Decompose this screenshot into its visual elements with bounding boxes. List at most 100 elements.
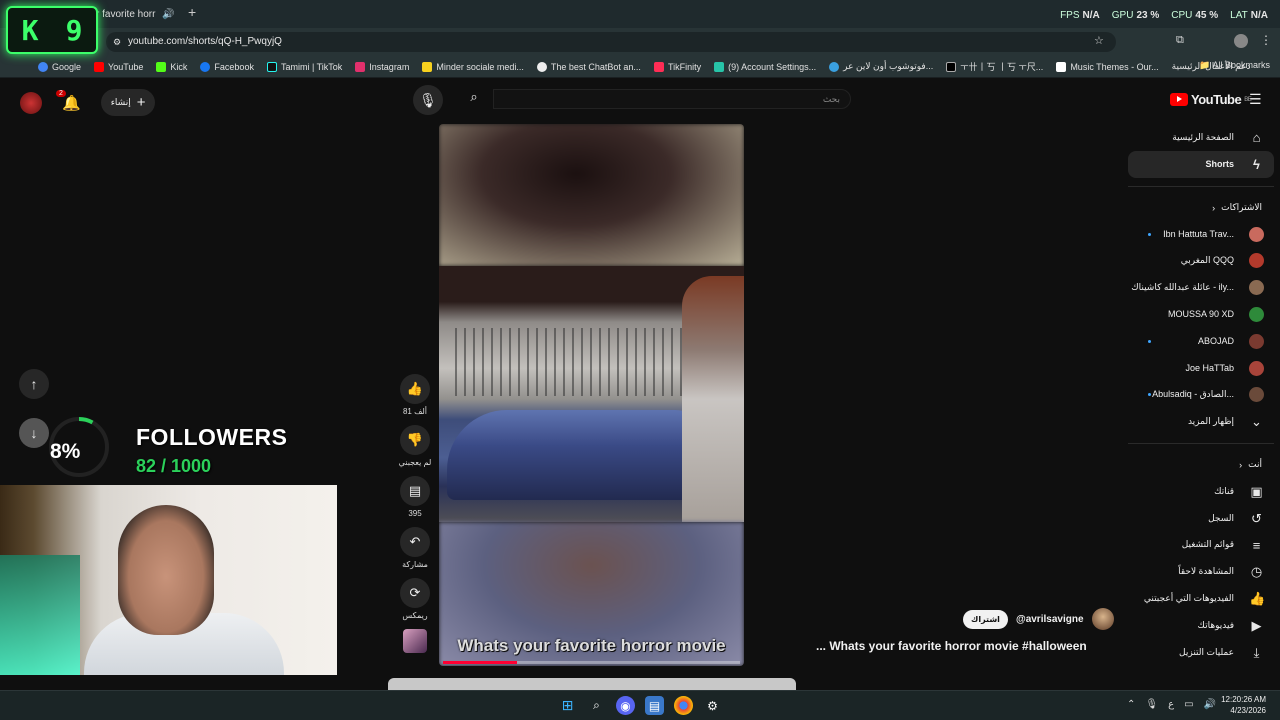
- channel-avatar[interactable]: [1091, 608, 1114, 630]
- clock-time: 12:20:26 AM: [1221, 695, 1266, 704]
- subscription-name: MOUSSA 90 XD: [1167, 309, 1234, 320]
- taskbar-search-icon[interactable]: ⌕: [587, 696, 606, 715]
- history-icon: ↺: [1251, 510, 1262, 526]
- bookmark-kick[interactable]: Kick: [156, 61, 187, 72]
- you-header[interactable]: › أنت: [1128, 452, 1274, 478]
- sidebar-item-shorts[interactable]: Shorts ϟ: [1128, 150, 1274, 178]
- language-indicator[interactable]: ع: [1168, 699, 1174, 710]
- new-tab-button[interactable]: +: [188, 4, 196, 20]
- sidebar-subscription-item[interactable]: عائلة عبدالله كاشيناك - ily...: [1128, 274, 1274, 301]
- new-content-dot: [1148, 232, 1151, 236]
- bookmark-x[interactable]: ㅜ卄丨丂 丨丂 ㅜ尺...: [946, 60, 1043, 73]
- sidebar-subscription-item[interactable]: ABOJAD: [1128, 328, 1274, 355]
- sidebar-subscription-item[interactable]: المغربي QQQ: [1128, 247, 1274, 274]
- sidebar-item-your-channel[interactable]: قناتك ▣: [1128, 478, 1274, 505]
- tab-close-icon[interactable]: ✕: [181, 9, 182, 20]
- sound-thumbnail[interactable]: [403, 629, 427, 653]
- sidebar-item-watch-later[interactable]: المشاهدة لاحقاً ◷: [1128, 558, 1274, 585]
- sidebar-show-more[interactable]: إظهار المزيد ⌄: [1128, 408, 1274, 435]
- site-info-icon[interactable]: ⚙: [113, 32, 121, 52]
- dislike-button[interactable]: 👎: [400, 425, 430, 455]
- new-content-dot: [1148, 393, 1151, 397]
- settings-icon[interactable]: ⚙: [703, 696, 722, 715]
- followers-count: 82 / 1000: [136, 456, 212, 476]
- bookmarks-bar: Google YouTube Kick Facebook Tamimi | Ti…: [0, 56, 1280, 78]
- bookmark-google[interactable]: Google: [38, 61, 81, 72]
- subscribe-button[interactable]: اشتراك: [963, 609, 1008, 629]
- menu-icon[interactable]: ☰: [1249, 91, 1262, 108]
- subscriptions-header[interactable]: › الاشتراكات: [1128, 195, 1274, 221]
- sidebar-subscription-item[interactable]: MOUSSA 90 XD: [1128, 301, 1274, 328]
- webcam-rgb-light: [0, 555, 80, 675]
- all-bookmarks-button[interactable]: 📁 All Bookmarks: [1199, 60, 1270, 71]
- youtube-logo[interactable]: YouTube BE: [1170, 92, 1252, 107]
- sidebar-item-playlists[interactable]: قوائم التشغيل ≡: [1128, 532, 1274, 559]
- url-field[interactable]: ⚙ youtube.com/shorts/qQ-H_PwqyjQ: [106, 32, 1116, 52]
- sidebar-item-home[interactable]: الصفحة الرئيسية ⌂: [1128, 124, 1274, 151]
- subscriptions-list: Ibn Hattuta Trav... المغربي QQQ عائلة عبدا…: [1128, 221, 1274, 409]
- taskbar-clock[interactable]: 12:20:26 AM 4/23/2026: [1221, 694, 1266, 716]
- chevron-icon: ›: [1212, 202, 1216, 213]
- bookmark-music-themes[interactable]: Music Themes - Our...: [1056, 61, 1159, 72]
- discord-icon[interactable]: ◉: [616, 696, 635, 715]
- tab-title: r favorite horr: [96, 9, 156, 20]
- bookmark-account-settings[interactable]: (9) Account Settings...: [714, 61, 816, 72]
- channel-info: اشتراك @avrilsavigne: [963, 608, 1114, 630]
- like-button[interactable]: 👍: [400, 374, 430, 404]
- webcam-person-head: [118, 505, 214, 635]
- browser-tab[interactable]: r favorite horr 🔊 ✕: [96, 4, 182, 26]
- extensions-icon[interactable]: ⧉: [1176, 34, 1184, 47]
- windows-start-icon[interactable]: ⊞: [558, 696, 577, 715]
- account-avatar[interactable]: [20, 91, 42, 114]
- video-progress-bar[interactable]: [443, 661, 740, 664]
- bookmark-facebook[interactable]: Facebook: [200, 61, 254, 72]
- sidebar-item-your-videos[interactable]: فيديوهاتك ▶: [1128, 612, 1274, 639]
- volume-icon[interactable]: 🔊: [1204, 699, 1216, 710]
- comments-button[interactable]: ▤: [400, 476, 430, 506]
- system-tray: ⌃ 🎙 ع ▭ 🔊: [1127, 699, 1216, 710]
- profile-avatar[interactable]: [1234, 34, 1248, 48]
- short-video-player[interactable]: Whats your favorite horror movie: [439, 124, 744, 666]
- channel-avatar: [1249, 253, 1264, 269]
- sidebar-subscription-item[interactable]: Joe HaTTab: [1128, 355, 1274, 382]
- sidebar-item-history[interactable]: السجل ↺: [1128, 505, 1274, 532]
- sidebar-item-liked-videos[interactable]: الفيديوهات التي أعجبتني 👍: [1128, 585, 1274, 612]
- remix-button[interactable]: ⟳: [400, 578, 430, 608]
- share-label: مشاركة: [402, 560, 428, 569]
- search-input[interactable]: بحث: [493, 89, 851, 109]
- video-caption: Whats your favorite horror movie: [457, 636, 726, 655]
- search-icon[interactable]: ⌕: [455, 89, 493, 109]
- sidebar-subscription-item[interactable]: Ibn Hattuta Trav...: [1128, 221, 1274, 248]
- notifications-button[interactable]: 🔔 2: [56, 89, 81, 112]
- home-icon: ⌂: [1252, 130, 1261, 145]
- sidebar-item-downloads[interactable]: عمليات التنزيل ⤓: [1128, 639, 1274, 666]
- share-button[interactable]: ↶: [400, 527, 430, 557]
- sidebar-subscription-item[interactable]: Abulsadiq - الصادق...: [1128, 381, 1274, 408]
- create-button[interactable]: إنشاء +: [100, 89, 156, 116]
- bookmark-minder[interactable]: Minder sociale medi...: [422, 61, 524, 72]
- file-explorer-icon[interactable]: ▤: [645, 696, 664, 715]
- network-icon[interactable]: ▭: [1184, 699, 1193, 710]
- voice-search-button[interactable]: 🎙: [413, 85, 443, 115]
- channel-avatar: [1249, 387, 1264, 403]
- bookmark-youtube[interactable]: YouTube: [94, 61, 143, 72]
- bookmark-chatbot[interactable]: The best ChatBot an...: [536, 61, 641, 72]
- like-count: 81 ألف: [402, 407, 428, 416]
- chrome-icon[interactable]: [674, 696, 693, 715]
- previous-short-button[interactable]: ↑: [19, 369, 49, 399]
- windows-taskbar: ⊞ ⌕ ◉ ▤ ⚙ ⌃ 🎙 ع ▭ 🔊 12:20:26 AM 4/23/202…: [0, 690, 1280, 720]
- tray-chevron-icon[interactable]: ⌃: [1127, 699, 1135, 710]
- bookmark-tikfinity[interactable]: TikFinity: [653, 61, 701, 72]
- bookmark-instagram[interactable]: Instagram: [355, 61, 409, 72]
- bookmark-photoshop[interactable]: فوتوشوب أون لاين عر...: [829, 61, 933, 72]
- short-title[interactable]: ... Whats your favorite horror movie #ha…: [816, 639, 1087, 653]
- tab-audio-icon[interactable]: 🔊: [162, 9, 174, 20]
- channel-name[interactable]: @avrilsavigne: [1016, 614, 1084, 625]
- bookmark-tiktok[interactable]: Tamimi | TikTok: [266, 61, 342, 72]
- microphone-icon[interactable]: 🎙: [1145, 699, 1158, 710]
- bookmark-star-icon[interactable]: ☆: [1094, 34, 1104, 47]
- video-car: [447, 410, 715, 500]
- notification-count: 2: [56, 89, 66, 97]
- browser-menu-icon[interactable]: ⋮: [1260, 33, 1272, 47]
- clock-date: 4/23/2026: [1230, 706, 1266, 715]
